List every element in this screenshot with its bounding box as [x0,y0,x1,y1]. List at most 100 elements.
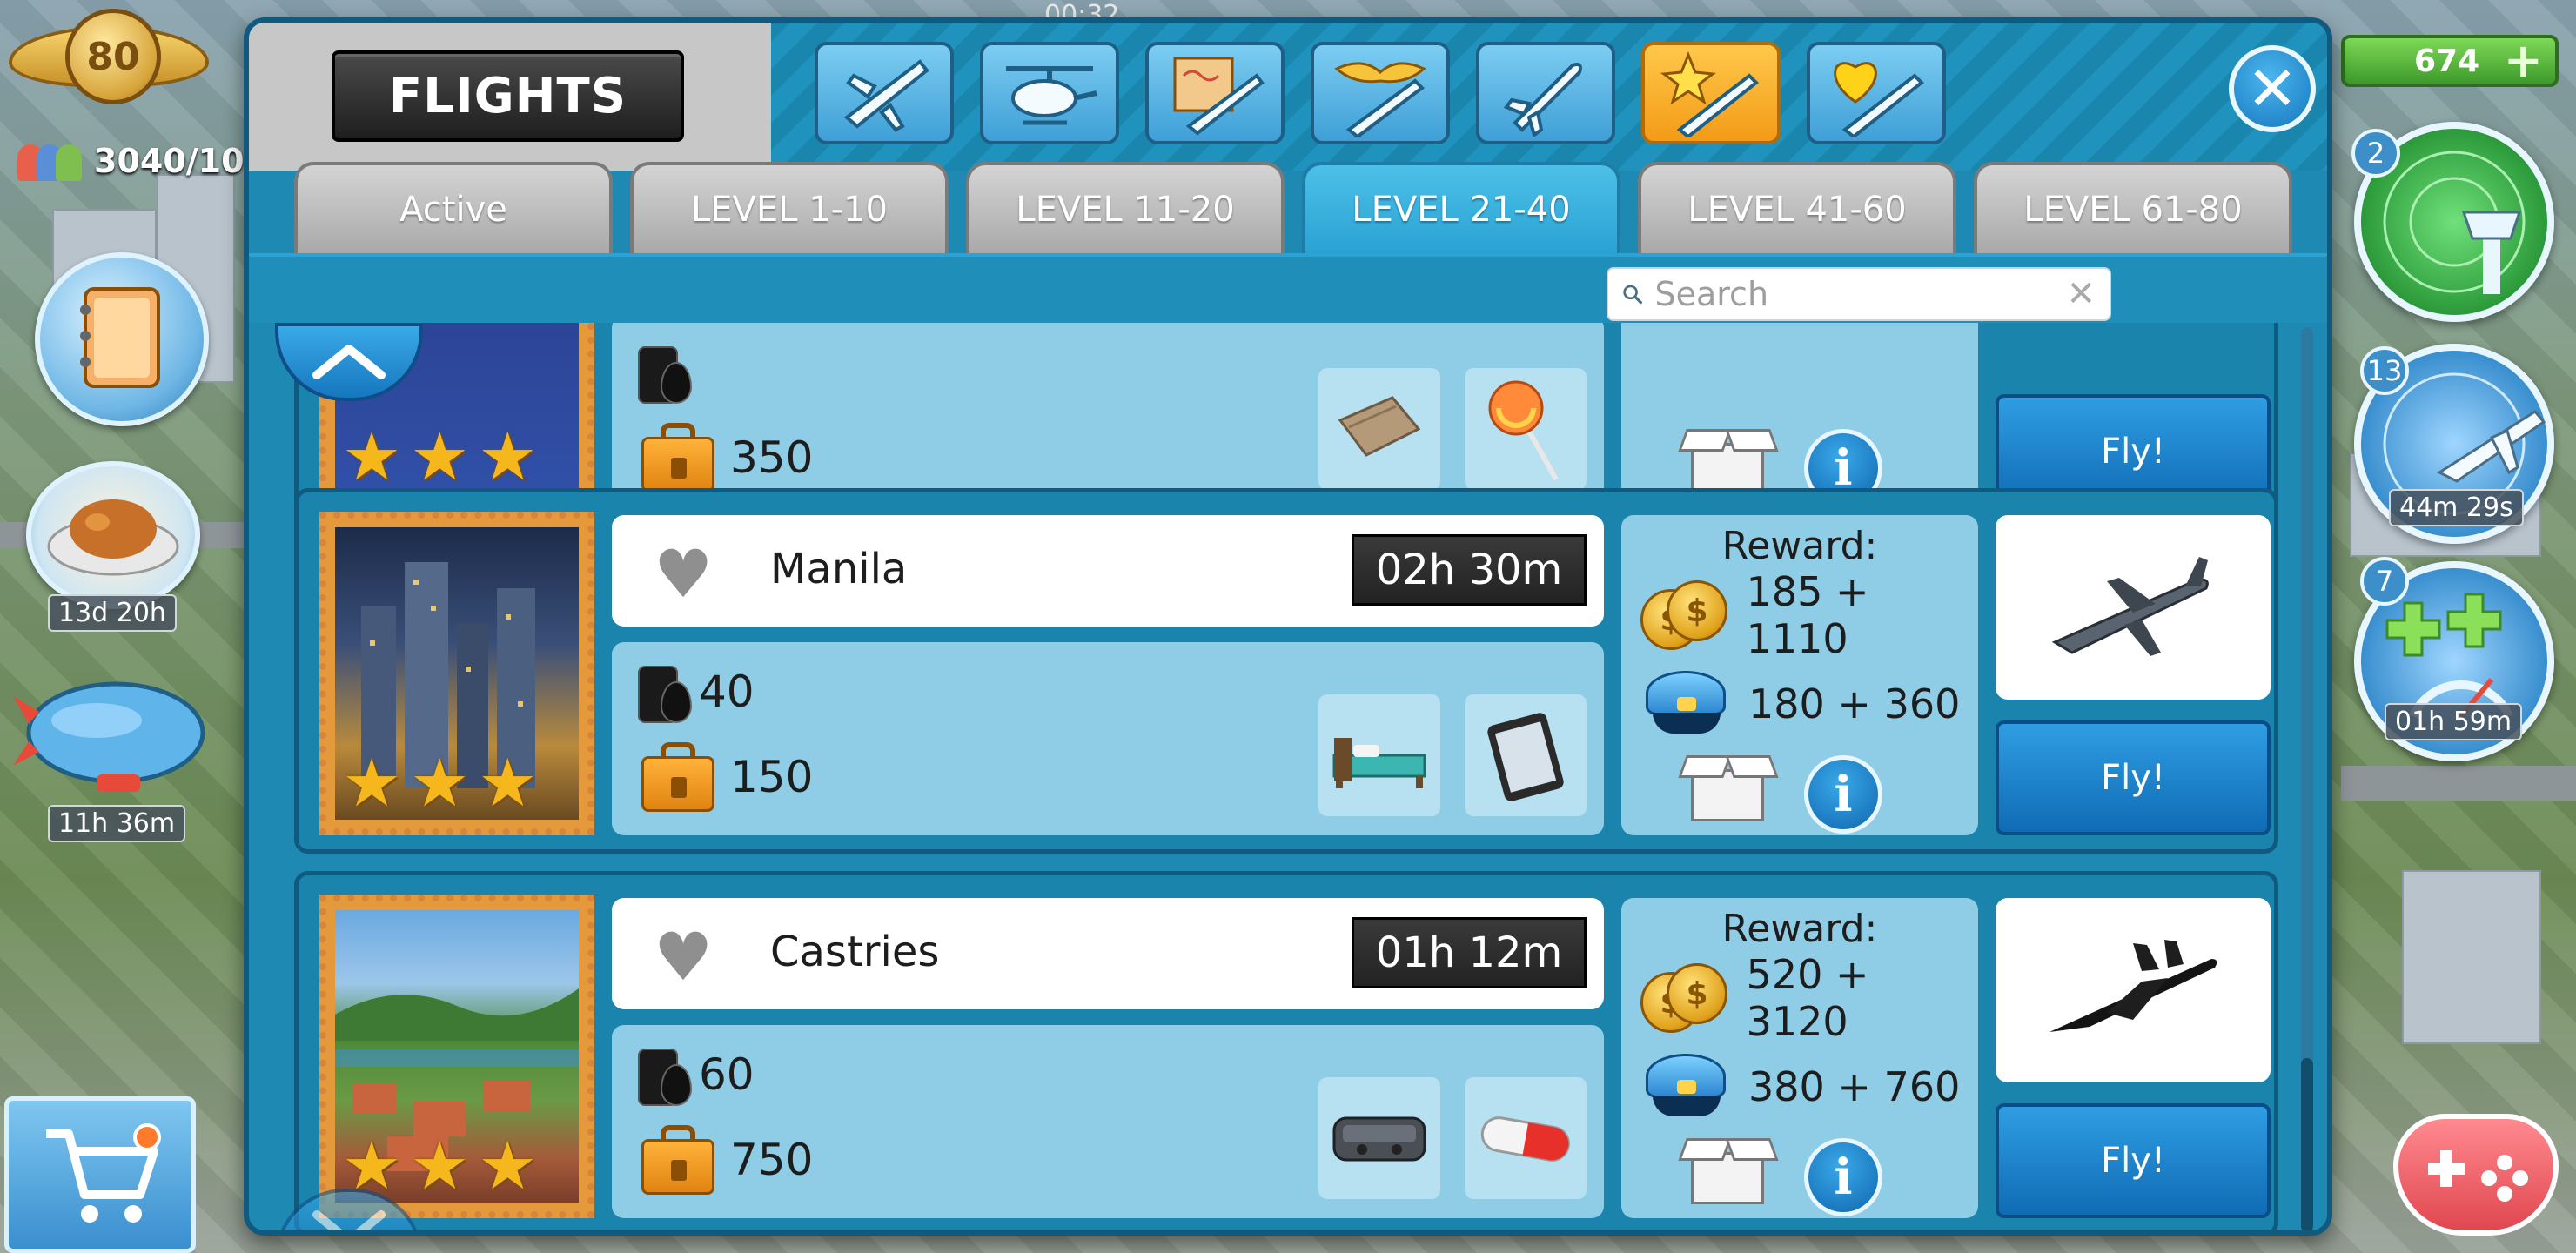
info-button[interactable]: i [1804,1138,1882,1216]
mystery-box-icon [1678,750,1779,823]
item-slot[interactable] [1465,694,1587,816]
pilot-reward: 380 + 760 [1640,1048,1960,1126]
pilot-reward: 180 + 360 [1640,665,1960,743]
destination-name: Manila [770,545,908,593]
tab-level-61-80[interactable]: LEVEL 61-80 [1974,162,2292,253]
map-plane-icon [1173,57,1265,136]
category-rocket-button[interactable] [1476,42,1615,144]
luggage-icon [638,421,718,494]
plane-preview[interactable] [1996,898,2271,1082]
search-box[interactable]: ✕ [1607,267,2111,321]
food-timer: 13d 20h [48,594,177,632]
star-rating: ★ ★ ★ [342,424,537,490]
category-plane-button[interactable] [815,42,954,144]
item-slot[interactable] [1318,368,1440,490]
close-button[interactable]: ✕ [2229,45,2316,132]
category-helicopter-button[interactable] [980,42,1119,144]
cargo-value: 350 [730,432,814,483]
coin-reward-value: 185 + 1110 [1746,568,1869,662]
reward-box: i [1621,323,1978,509]
arrivals-timer: 44m 29s [2389,489,2524,526]
destination-name: Castries [770,928,940,976]
luggage-icon [638,740,718,814]
star-icon: ★ [478,1127,538,1204]
tab-level-1-10[interactable]: LEVEL 1-10 [630,162,949,253]
cargo-requirement: 750 [638,1121,813,1199]
people-icon [17,141,87,181]
star-icon: ★ [478,744,538,821]
star-icon: ★ [410,744,470,821]
plane-preview[interactable] [1996,515,2271,700]
category-star-plane-button[interactable] [1641,42,1781,144]
gold-wings-plane-icon [1334,62,1426,137]
tablet-icon [1487,713,1564,801]
favorite-heart-icon[interactable]: ♥ [654,541,713,607]
cargo-requirement: 150 [638,738,813,816]
item-slot[interactable] [1465,1077,1587,1199]
scrollbar-thumb[interactable] [2301,1058,2313,1230]
population-counter[interactable]: 3040/10 [17,139,261,183]
clear-search-icon[interactable]: ✕ [2066,274,2096,314]
item-slot[interactable] [1465,368,1587,490]
tab-active[interactable]: Active [294,162,613,253]
info-button[interactable]: i [1804,755,1882,834]
requirements-box: 60 750 [612,1025,1604,1218]
star-rating: ★ ★ ★ [342,1133,537,1199]
tab-level-11-20[interactable]: LEVEL 11-20 [966,162,1285,253]
fly-button[interactable]: Fly! [1996,1103,2271,1218]
coin-reward-value: 520 + 3120 [1746,951,1869,1045]
money-counter[interactable]: 674 + [2341,35,2559,87]
fuel-icon [638,338,692,407]
pilot-cap-icon [1640,667,1731,740]
lollipop-icon [1488,380,1559,481]
rocket-icon [1503,63,1582,137]
pill-icon [1480,1116,1570,1162]
food-button[interactable] [26,461,200,609]
coins-icon: $$ [1640,963,1729,1033]
item-slot[interactable] [1318,694,1440,816]
fuel-icon [638,1040,692,1109]
category-map-plane-button[interactable] [1145,42,1285,144]
item-slot[interactable] [1318,1077,1440,1199]
flights-panel: FLIGHTS ✕ Active LEVEL 1-10 LEVEL 11-20 … [244,17,2332,1236]
games-button[interactable] [2393,1114,2559,1236]
flight-list[interactable]: ★ ★ ★ 350 i Fly! ★ ★ ★ ♥ Manila 02h 30m … [294,323,2287,1230]
destination-stamp: ★ ★ ★ [319,512,594,835]
star-icon: ★ [410,418,470,495]
shop-button[interactable] [4,1096,196,1253]
cargo-value: 750 [730,1135,814,1185]
reward-title: Reward: [1721,524,1878,568]
level-badge[interactable]: 80 [9,9,209,113]
arrivals-count: 13 [2360,346,2409,395]
fuel-requirement: 40 [638,653,755,731]
star-icon: ★ [342,744,402,821]
pilot-cap-icon [1640,1050,1731,1123]
fly-button[interactable]: Fly! [1996,720,2271,835]
star-icon: ★ [478,418,538,495]
vr-headset-icon [1332,1116,1426,1162]
reward-box: Reward: $$ 185 + 1110 180 + 360 i [1621,515,1978,835]
blimp-icon [13,681,205,792]
population-value: 3040/10 [94,142,245,180]
heart-plane-icon [1834,62,1924,137]
star-icon: ★ [410,1127,470,1204]
favorite-heart-icon[interactable]: ♥ [654,924,713,990]
search-icon [1623,285,1642,305]
plane-icon [843,59,929,132]
boost-timer: 01h 59m [2385,703,2523,740]
plus-icon[interactable]: + [2504,37,2543,84]
business-jet-icon [2051,557,2209,656]
flight-card: ★ ★ ★ ♥ Manila 02h 30m 40 150 Reward: $ … [294,488,2278,854]
blimp-button[interactable] [13,661,213,809]
notebook-button[interactable] [35,252,209,426]
money-value: 674 [2414,43,2480,79]
star-icon: ★ [342,418,402,495]
list-scrollbar[interactable] [2301,327,2313,1230]
category-heart-plane-button[interactable] [1807,42,1946,144]
tab-level-41-60[interactable]: LEVEL 41-60 [1638,162,1956,253]
category-gold-wings-button[interactable] [1311,42,1450,144]
chevron-down-icon [312,1210,386,1230]
search-input[interactable] [1654,275,2067,313]
tab-level-21-40[interactable]: LEVEL 21-40 [1302,162,1620,253]
gamepad-icon [2428,1150,2528,1202]
